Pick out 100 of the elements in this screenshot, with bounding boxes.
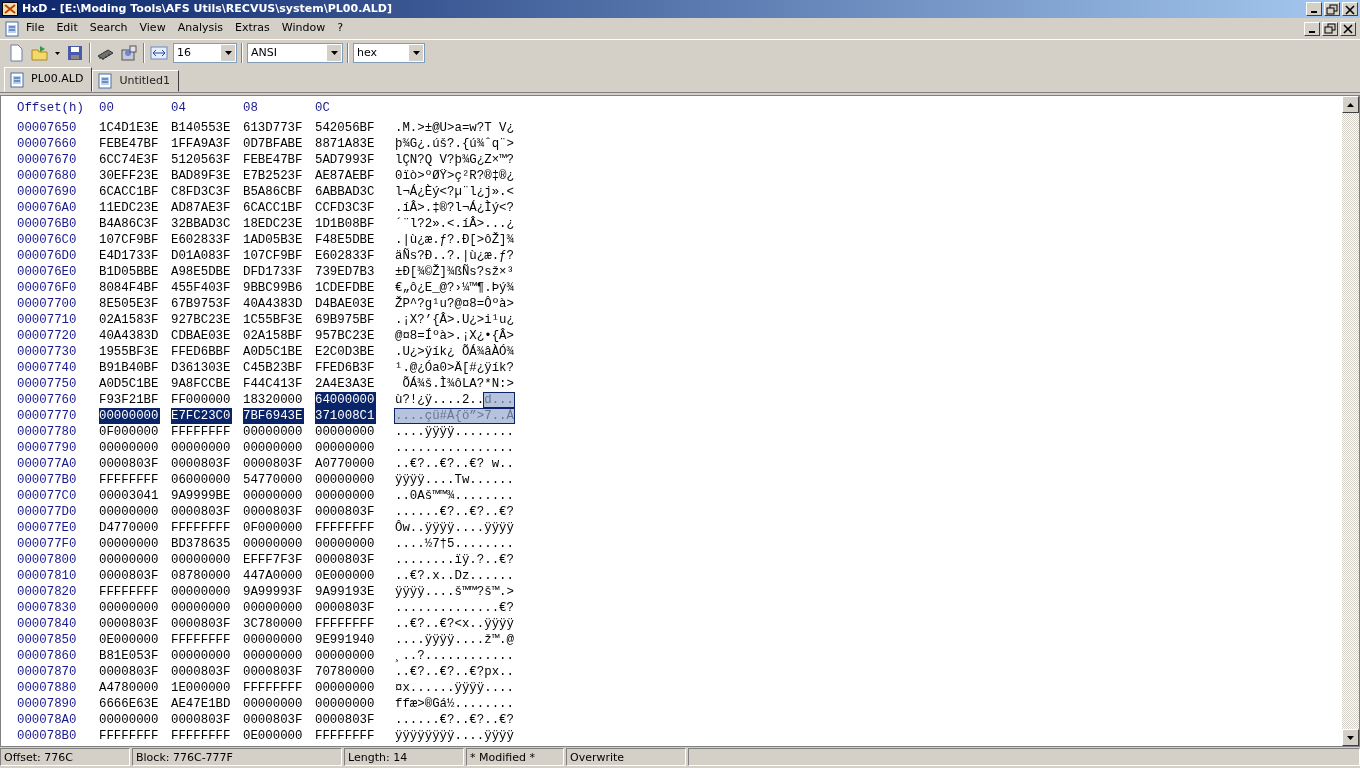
row-offset: 000076B0 <box>17 217 77 231</box>
hex-bytes: 1CDEFDBE <box>315 280 376 296</box>
text-column: þ¾G¿.úš?.{ú¾ˆq¨> <box>395 137 514 151</box>
hex-bytes: 00000000 <box>315 440 376 456</box>
restore-icon <box>1324 23 1336 34</box>
hex-bytes: 06000000 <box>171 472 232 488</box>
hex-bytes: 0000803F <box>171 504 232 520</box>
up-arrow-icon <box>1347 102 1354 107</box>
dropdown-arrow-icon <box>412 51 420 55</box>
hex-bytes: 6CACC1BF <box>243 200 304 216</box>
hex-bytes: 00000000 <box>99 536 160 552</box>
hex-bytes: C8FD3C3F <box>171 184 232 200</box>
hex-bytes: 1C4D1E3E <box>99 120 160 136</box>
toolbar-button[interactable] <box>149 43 169 63</box>
hex-bytes: 30EFF23E <box>99 168 160 184</box>
text-column: ....çü#À{ö”>7..Á <box>395 409 514 423</box>
dropdown[interactable]: 16 <box>173 43 237 63</box>
hex-bytes: 0000803F <box>99 568 160 584</box>
scroll-down-button[interactable] <box>1342 729 1359 746</box>
row-offset: 000077C0 <box>17 489 77 503</box>
text-column: .M.>±@U>a=w?T V¿ <box>395 121 514 135</box>
row-offset: 000076D0 <box>17 249 77 263</box>
hex-bytes: BAD89F3E <box>171 168 232 184</box>
row-offset: 00007730 <box>17 345 77 359</box>
dropdown[interactable]: ANSI <box>247 43 343 63</box>
hex-bytes: 0E000000 <box>315 568 376 584</box>
row-offset: 000078A0 <box>17 713 77 727</box>
scroll-up-button[interactable] <box>1342 96 1359 113</box>
hex-bytes: 11EDC23E <box>99 200 160 216</box>
dropdown-arrow-icon <box>224 51 232 55</box>
dropdown-value: 16 <box>177 44 191 61</box>
hex-bytes: 00000000 <box>243 488 304 504</box>
row-offset: 00007760 <box>17 393 77 407</box>
hex-bytes: 0000803F <box>99 456 160 472</box>
menu-item[interactable]: Extras <box>228 20 276 37</box>
row-offset: 000078B0 <box>17 729 77 743</box>
hex-bytes: 0000803F <box>243 664 304 680</box>
hex-bytes: FFFFFFFF <box>99 728 160 744</box>
hex-bytes: 6ABBAD3C <box>315 184 376 200</box>
hex-bytes: 00000000 <box>99 408 160 424</box>
document-window-button[interactable] <box>1340 21 1356 36</box>
menu-item[interactable]: Window <box>275 20 332 37</box>
hex-bytes: 0000803F <box>99 616 160 632</box>
toolbar-button[interactable] <box>119 43 139 63</box>
text-column: .íÂ>.‡®?l¬Á¿Ìý<? <box>395 201 514 215</box>
row-offset: 00007750 <box>17 377 77 391</box>
document-window-button[interactable] <box>1322 21 1338 36</box>
row-offset: 00007660 <box>17 137 77 151</box>
text-column: .|ù¿æ.ƒ?.Ð[>ôŽ]¾ <box>395 233 514 247</box>
window-button[interactable] <box>1306 2 1322 16</box>
text-column: @¤8=Íºà>.¡X¿•{Â> <box>395 329 514 343</box>
hex-bytes: 5AD7993F <box>315 152 376 168</box>
hex-bytes: 02A1583F <box>99 312 160 328</box>
scrollbar[interactable] <box>1342 96 1359 746</box>
hex-bytes: 9A99993F <box>243 584 304 600</box>
hex-bytes: 6666E63E <box>99 696 160 712</box>
menu-item[interactable]: Search <box>83 20 134 37</box>
text-column: äÑs?Ð..?.|ù¿æ.ƒ? <box>395 249 514 263</box>
dropdown-value: hex <box>357 44 378 61</box>
row-offset: 000076A0 <box>17 201 77 215</box>
text-column: d... <box>484 393 514 407</box>
hex-bytes: 00000000 <box>315 472 376 488</box>
row-offset: 000077E0 <box>17 521 77 535</box>
hex-bytes: FFED6B3F <box>315 360 376 376</box>
hex-bytes: 7BF6943E <box>243 408 304 424</box>
hex-bytes: AD87AE3F <box>171 200 232 216</box>
text-column: ........ïÿ.?..€? <box>395 553 514 567</box>
dropdown-arrow-icon <box>330 51 338 55</box>
hex-bytes: 0000803F <box>315 552 376 568</box>
hex-bytes: B81E053F <box>99 648 160 664</box>
window-button[interactable] <box>1342 2 1358 16</box>
hex-bytes: 1AD05B3E <box>243 232 304 248</box>
text-column: ÿÿÿÿ....š™™?š™.> <box>395 585 514 599</box>
menu-item[interactable]: Edit <box>50 20 84 37</box>
close-icon <box>1342 23 1354 34</box>
down-arrow-icon <box>1347 735 1354 740</box>
hex-bytes: CCFD3C3F <box>315 200 376 216</box>
menu-item[interactable]: File <box>20 20 51 37</box>
document-tab[interactable]: Untitled1 <box>92 70 179 92</box>
hex-bytes: B5A86CBF <box>243 184 304 200</box>
hex-bytes: 5120563F <box>171 152 232 168</box>
hex-bytes: 00000000 <box>315 696 376 712</box>
window-button[interactable] <box>1324 2 1340 16</box>
offset-header: Offset(h) <box>17 101 84 115</box>
menu-item[interactable]: Analysis <box>171 20 229 37</box>
dropdown[interactable]: hex <box>353 43 425 63</box>
document-window-button[interactable] <box>1304 21 1320 36</box>
hex-bytes: DFD1733F <box>243 264 304 280</box>
hex-bytes: 00000000 <box>243 648 304 664</box>
hex-bytes: AE87AEBF <box>315 168 376 184</box>
document-tab[interactable]: PL00.ALD <box>4 67 93 92</box>
menu-item[interactable]: View <box>133 20 172 37</box>
hex-bytes: E7FC23C0 <box>171 408 232 424</box>
hex-bytes: FFFFFFFF <box>315 616 376 632</box>
hex-bytes: 00000000 <box>99 440 160 456</box>
toolbar-button[interactable] <box>65 43 85 63</box>
text-column: ....ÿÿÿÿ....ž™.@ <box>395 633 514 647</box>
disk-drive-icon <box>120 44 138 62</box>
menu-item[interactable]: ? <box>331 20 349 37</box>
row-offset: 00007880 <box>17 681 77 695</box>
